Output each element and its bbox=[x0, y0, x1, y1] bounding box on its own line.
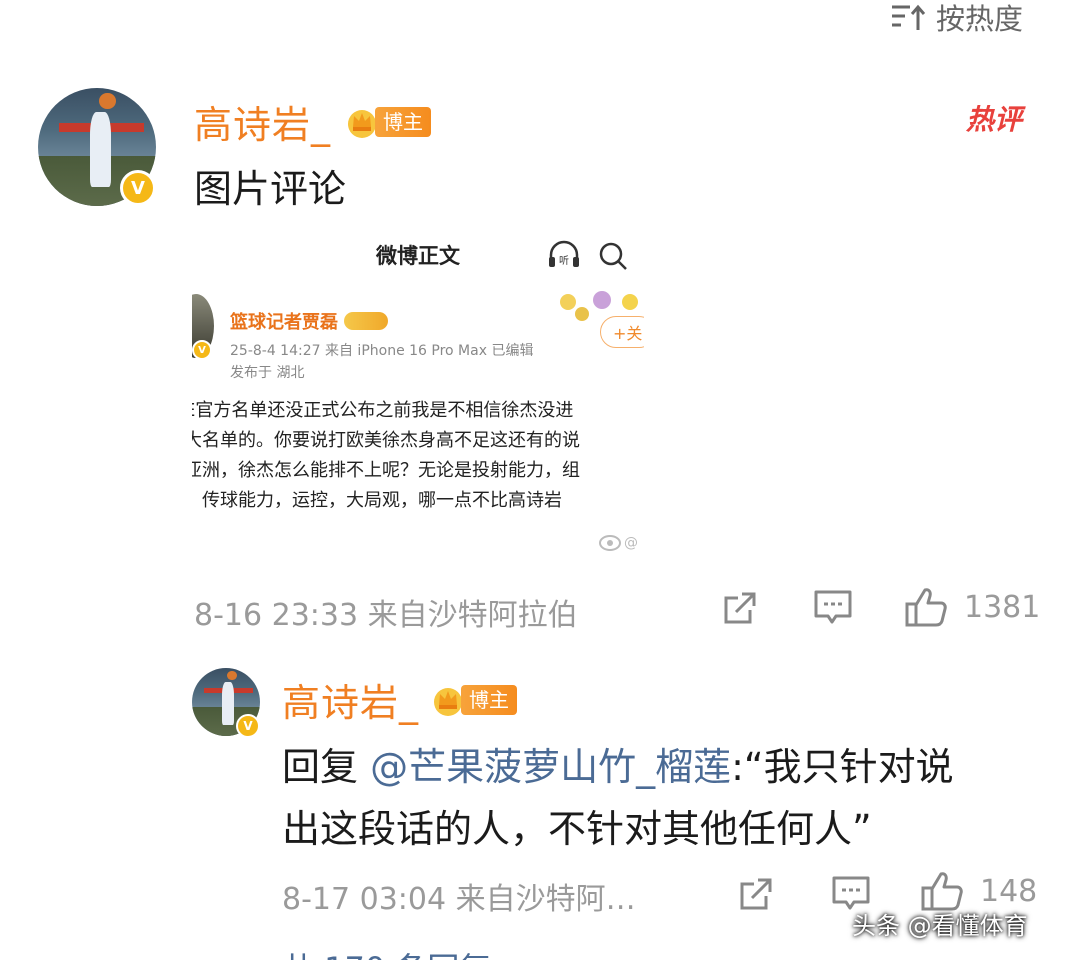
sort-icon bbox=[890, 2, 926, 32]
embed-line: 亚洲，徐杰怎么能排不上呢？无论是投射能力，组 bbox=[192, 460, 580, 481]
more-replies-link[interactable]: 共 170 条回复 bbox=[282, 944, 491, 960]
embed-verified-icon: V bbox=[192, 340, 212, 360]
reply-like-count: 148 bbox=[980, 874, 1038, 909]
embed-follow-button: +关 bbox=[600, 316, 644, 348]
blogger-badge: 博主 bbox=[345, 105, 432, 139]
embed-member-badge-icon bbox=[344, 312, 388, 330]
embed-body: E官方名单还没正式公布之前我是不相信徐杰没进 大名单的。你要说打欧美徐杰身高不足… bbox=[192, 396, 580, 516]
embed-location: 发布于 湖北 bbox=[230, 365, 305, 381]
comment-icon[interactable] bbox=[812, 588, 854, 632]
crown-icon bbox=[348, 109, 377, 138]
mention-link[interactable]: @芒果菠萝山竹_榴莲 bbox=[370, 745, 731, 789]
comment-username[interactable]: 高诗岩_ bbox=[194, 94, 331, 149]
hot-comment-label: 热评 bbox=[966, 103, 1023, 136]
reply-share-icon[interactable] bbox=[736, 874, 776, 918]
reply-verified-icon: V bbox=[236, 714, 260, 738]
embed-line: E官方名单还没正式公布之前我是不相信徐杰没进 bbox=[192, 400, 574, 421]
embed-time: 25-8-4 14:27 来自 iPhone 16 Pro Max 已编辑 bbox=[230, 343, 534, 359]
search-icon bbox=[598, 240, 630, 276]
weibo-watermark-icon: @ bbox=[598, 530, 638, 556]
like-icon[interactable] bbox=[904, 586, 948, 632]
reply-avatar[interactable]: V bbox=[192, 668, 260, 738]
reply-meta: 8-17 03:04 来自沙特阿… bbox=[282, 882, 636, 917]
listen-icon: 听 bbox=[546, 240, 582, 274]
comment-avatar[interactable]: V bbox=[38, 88, 156, 206]
verified-badge-icon: V bbox=[120, 170, 156, 206]
reply-blogger-badge: 博主 bbox=[431, 683, 518, 717]
embed-author-name: 篮球记者贾磊 bbox=[230, 312, 338, 333]
source-watermark: 头条 @看懂体育 bbox=[852, 912, 1028, 940]
sort-label: 按热度 bbox=[936, 2, 1024, 36]
share-icon[interactable] bbox=[720, 588, 760, 632]
comment-text: 图片评论 bbox=[194, 167, 347, 211]
reply-line-2: 出这段话的人，不针对其他任何人” bbox=[282, 807, 872, 851]
like-count: 1381 bbox=[964, 590, 1041, 625]
svg-text:听: 听 bbox=[559, 255, 569, 267]
comment-meta: 8-16 23:33 来自沙特阿拉伯 bbox=[194, 598, 578, 633]
comment-image[interactable]: 微博正文 听 V 篮球记者贾磊 25-8-4 14:27 来自 iPhone 1… bbox=[192, 230, 644, 570]
crown-icon bbox=[434, 687, 463, 716]
embed-line: ，传球能力，运控，大局观，哪一点不比高诗岩 bbox=[192, 490, 562, 511]
svg-text:@: @ bbox=[624, 535, 638, 551]
sort-by-hot-button[interactable]: 按热度 bbox=[890, 0, 1023, 36]
reply-line-1: 回复 @芒果菠萝山竹_榴莲:“我只针对说 bbox=[282, 745, 954, 789]
reply-text: 回复 @芒果菠萝山竹_榴莲:“我只针对说 出这段话的人，不针对其他任何人” bbox=[282, 736, 954, 860]
embed-line: 大名单的。你要说打欧美徐杰身高不足这还有的说 bbox=[192, 430, 580, 451]
reply-username[interactable]: 高诗岩_ bbox=[282, 672, 419, 727]
